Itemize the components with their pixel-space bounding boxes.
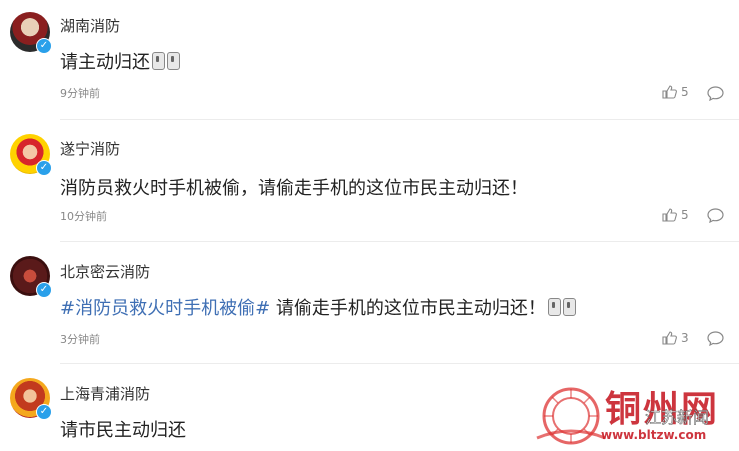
user-name[interactable]: 湖南消防 <box>60 15 120 36</box>
comment-text: 消防员救火时手机被偷，请偷走手机的这位市民主动归还！ <box>60 178 528 199</box>
watermark-sub: 江苏新闻 <box>645 408 710 428</box>
comment-text: 请市民主动归还 <box>60 420 186 441</box>
emoji-icon <box>152 52 165 70</box>
timestamp: 9分钟前 <box>60 87 100 100</box>
user-name[interactable]: 上海青浦消防 <box>60 383 150 404</box>
user-name[interactable]: 遂宁消防 <box>60 138 120 159</box>
verified-badge-icon: ✓ <box>36 38 52 54</box>
thumbs-up-icon <box>662 208 677 222</box>
verified-badge-icon: ✓ <box>36 160 52 176</box>
comment-body: 请主动归还 <box>60 52 150 73</box>
verified-badge-icon: ✓ <box>36 282 52 298</box>
comment-bubble-icon[interactable] <box>707 331 724 346</box>
divider <box>60 241 739 242</box>
like-count: 5 <box>681 208 689 222</box>
divider <box>60 119 739 120</box>
emoji-icon <box>547 298 561 316</box>
comment-text: 请主动归还 <box>60 48 180 74</box>
like-button[interactable]: 5 <box>662 85 689 99</box>
comment-bubble-icon[interactable] <box>707 86 724 101</box>
avatar[interactable]: ✓ <box>10 378 52 420</box>
emoji-icon <box>562 298 576 316</box>
comment-text: #消防员救火时手机被偷# 请偷走手机的这位市民主动归还！ <box>60 294 576 320</box>
comment-bubble-icon[interactable] <box>707 208 724 223</box>
emoji-icon <box>167 52 180 70</box>
divider <box>60 363 739 364</box>
watermark-logo: 铜州网 江苏新闻 www.bltzw.com <box>535 380 739 447</box>
avatar[interactable]: ✓ <box>10 12 52 54</box>
comment-body: 请偷走手机的这位市民主动归还！ <box>270 298 546 319</box>
like-count: 5 <box>681 85 689 99</box>
verified-badge-icon: ✓ <box>36 404 52 420</box>
like-button[interactable]: 5 <box>662 208 689 222</box>
hashtag-link[interactable]: #消防员救火时手机被偷# <box>60 298 270 319</box>
timestamp: 3分钟前 <box>60 333 100 346</box>
timestamp: 10分钟前 <box>60 210 107 223</box>
watermark-url: www.bltzw.com <box>601 428 707 442</box>
avatar[interactable]: ✓ <box>10 134 52 176</box>
user-name[interactable]: 北京密云消防 <box>60 261 150 282</box>
avatar[interactable]: ✓ <box>10 256 52 298</box>
like-count: 3 <box>681 331 689 345</box>
thumbs-up-icon <box>662 331 677 345</box>
thumbs-up-icon <box>662 85 677 99</box>
like-button[interactable]: 3 <box>662 331 689 345</box>
